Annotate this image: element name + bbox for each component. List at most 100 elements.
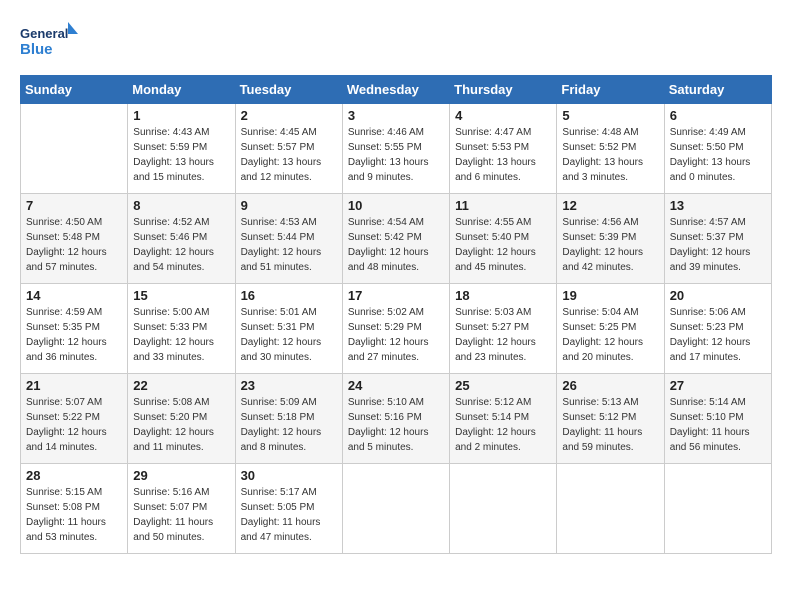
day-number: 4	[455, 108, 551, 123]
calendar-cell: 29 Sunrise: 5:16 AMSunset: 5:07 PMDayligh…	[128, 464, 235, 554]
day-info: Sunrise: 5:06 AMSunset: 5:23 PMDaylight:…	[670, 305, 766, 365]
day-info: Sunrise: 5:07 AMSunset: 5:22 PMDaylight:…	[26, 395, 122, 455]
calendar-cell: 13 Sunrise: 4:57 AMSunset: 5:37 PMDayligh…	[664, 194, 771, 284]
day-info: Sunrise: 4:48 AMSunset: 5:52 PMDaylight:…	[562, 125, 658, 185]
weekday-header-friday: Friday	[557, 76, 664, 104]
day-info: Sunrise: 4:53 AMSunset: 5:44 PMDaylight:…	[241, 215, 337, 275]
calendar-cell: 6 Sunrise: 4:49 AMSunset: 5:50 PMDaylight…	[664, 104, 771, 194]
day-number: 7	[26, 198, 122, 213]
day-number: 10	[348, 198, 444, 213]
calendar-cell: 9 Sunrise: 4:53 AMSunset: 5:44 PMDaylight…	[235, 194, 342, 284]
day-number: 3	[348, 108, 444, 123]
day-number: 6	[670, 108, 766, 123]
calendar-cell: 19Sunrise: 5:04 AMSunset: 5:25 PMDayligh…	[557, 284, 664, 374]
day-info: Sunrise: 5:10 AMSunset: 5:16 PMDaylight:…	[348, 395, 444, 455]
weekday-header-thursday: Thursday	[450, 76, 557, 104]
day-info: Sunrise: 4:45 AMSunset: 5:57 PMDaylight:…	[241, 125, 337, 185]
calendar-cell: 15 Sunrise: 5:00 AMSunset: 5:33 PMDayligh…	[128, 284, 235, 374]
day-info: Sunrise: 4:47 AMSunset: 5:53 PMDaylight:…	[455, 125, 551, 185]
svg-text:General: General	[20, 26, 68, 41]
day-number: 17	[348, 288, 444, 303]
day-number: 2	[241, 108, 337, 123]
day-number: 13	[670, 198, 766, 213]
day-info: Sunrise: 4:59 AMSunset: 5:35 PMDaylight:…	[26, 305, 122, 365]
calendar-cell: 11 Sunrise: 4:55 AMSunset: 5:40 PMDayligh…	[450, 194, 557, 284]
calendar-cell: 5Sunrise: 4:48 AMSunset: 5:52 PMDaylight…	[557, 104, 664, 194]
calendar-cell: 21 Sunrise: 5:07 AMSunset: 5:22 PMDayligh…	[21, 374, 128, 464]
day-info: Sunrise: 5:15 AMSunset: 5:08 PMDaylight:…	[26, 485, 122, 545]
weekday-header-saturday: Saturday	[664, 76, 771, 104]
calendar-cell: 23Sunrise: 5:09 AMSunset: 5:18 PMDayligh…	[235, 374, 342, 464]
calendar-cell: 27 Sunrise: 5:14 AMSunset: 5:10 PMDayligh…	[664, 374, 771, 464]
day-number: 27	[670, 378, 766, 393]
day-info: Sunrise: 5:03 AMSunset: 5:27 PMDaylight:…	[455, 305, 551, 365]
calendar-cell: 4 Sunrise: 4:47 AMSunset: 5:53 PMDaylight…	[450, 104, 557, 194]
day-info: Sunrise: 4:49 AMSunset: 5:50 PMDaylight:…	[670, 125, 766, 185]
logo: General Blue	[20, 20, 80, 65]
day-number: 9	[241, 198, 337, 213]
day-number: 30	[241, 468, 337, 483]
day-number: 8	[133, 198, 229, 213]
calendar-week-5: 28 Sunrise: 5:15 AMSunset: 5:08 PMDayligh…	[21, 464, 772, 554]
day-number: 26	[562, 378, 658, 393]
calendar-cell: 3 Sunrise: 4:46 AMSunset: 5:55 PMDaylight…	[342, 104, 449, 194]
day-number: 21	[26, 378, 122, 393]
day-number: 19	[562, 288, 658, 303]
calendar-cell: 16Sunrise: 5:01 AMSunset: 5:31 PMDayligh…	[235, 284, 342, 374]
calendar-cell: 22 Sunrise: 5:08 AMSunset: 5:20 PMDayligh…	[128, 374, 235, 464]
calendar-cell	[21, 104, 128, 194]
day-info: Sunrise: 5:08 AMSunset: 5:20 PMDaylight:…	[133, 395, 229, 455]
day-info: Sunrise: 4:43 AMSunset: 5:59 PMDaylight:…	[133, 125, 229, 185]
day-number: 12	[562, 198, 658, 213]
calendar-cell	[664, 464, 771, 554]
day-number: 20	[670, 288, 766, 303]
day-number: 1	[133, 108, 229, 123]
calendar-cell: 2 Sunrise: 4:45 AMSunset: 5:57 PMDaylight…	[235, 104, 342, 194]
day-number: 11	[455, 198, 551, 213]
weekday-header-tuesday: Tuesday	[235, 76, 342, 104]
day-info: Sunrise: 5:02 AMSunset: 5:29 PMDaylight:…	[348, 305, 444, 365]
page-header: General Blue	[20, 20, 772, 65]
day-info: Sunrise: 4:46 AMSunset: 5:55 PMDaylight:…	[348, 125, 444, 185]
day-info: Sunrise: 5:00 AMSunset: 5:33 PMDaylight:…	[133, 305, 229, 365]
calendar-cell: 10 Sunrise: 4:54 AMSunset: 5:42 PMDayligh…	[342, 194, 449, 284]
day-info: Sunrise: 5:12 AMSunset: 5:14 PMDaylight:…	[455, 395, 551, 455]
day-number: 25	[455, 378, 551, 393]
day-info: Sunrise: 4:54 AMSunset: 5:42 PMDaylight:…	[348, 215, 444, 275]
calendar-week-3: 14Sunrise: 4:59 AMSunset: 5:35 PMDayligh…	[21, 284, 772, 374]
calendar-cell: 24 Sunrise: 5:10 AMSunset: 5:16 PMDayligh…	[342, 374, 449, 464]
day-info: Sunrise: 5:16 AMSunset: 5:07 PMDaylight:…	[133, 485, 229, 545]
day-info: Sunrise: 5:14 AMSunset: 5:10 PMDaylight:…	[670, 395, 766, 455]
calendar-cell	[342, 464, 449, 554]
calendar-cell: 17 Sunrise: 5:02 AMSunset: 5:29 PMDayligh…	[342, 284, 449, 374]
weekday-header-sunday: Sunday	[21, 76, 128, 104]
day-info: Sunrise: 5:13 AMSunset: 5:12 PMDaylight:…	[562, 395, 658, 455]
day-number: 15	[133, 288, 229, 303]
calendar-cell: 30 Sunrise: 5:17 AMSunset: 5:05 PMDayligh…	[235, 464, 342, 554]
day-info: Sunrise: 5:01 AMSunset: 5:31 PMDaylight:…	[241, 305, 337, 365]
calendar-week-2: 7Sunrise: 4:50 AMSunset: 5:48 PMDaylight…	[21, 194, 772, 284]
day-number: 24	[348, 378, 444, 393]
calendar-cell	[557, 464, 664, 554]
calendar-week-4: 21 Sunrise: 5:07 AMSunset: 5:22 PMDayligh…	[21, 374, 772, 464]
weekday-row: SundayMondayTuesdayWednesdayThursdayFrid…	[21, 76, 772, 104]
day-info: Sunrise: 4:52 AMSunset: 5:46 PMDaylight:…	[133, 215, 229, 275]
calendar-cell: 25 Sunrise: 5:12 AMSunset: 5:14 PMDayligh…	[450, 374, 557, 464]
day-info: Sunrise: 4:57 AMSunset: 5:37 PMDaylight:…	[670, 215, 766, 275]
calendar-table: SundayMondayTuesdayWednesdayThursdayFrid…	[20, 75, 772, 554]
calendar-cell: 14Sunrise: 4:59 AMSunset: 5:35 PMDayligh…	[21, 284, 128, 374]
day-number: 28	[26, 468, 122, 483]
calendar-cell: 28 Sunrise: 5:15 AMSunset: 5:08 PMDayligh…	[21, 464, 128, 554]
day-number: 22	[133, 378, 229, 393]
svg-text:Blue: Blue	[20, 41, 53, 58]
calendar-week-1: 1 Sunrise: 4:43 AMSunset: 5:59 PMDaylight…	[21, 104, 772, 194]
day-info: Sunrise: 4:55 AMSunset: 5:40 PMDaylight:…	[455, 215, 551, 275]
day-info: Sunrise: 4:56 AMSunset: 5:39 PMDaylight:…	[562, 215, 658, 275]
weekday-header-monday: Monday	[128, 76, 235, 104]
calendar-body: 1 Sunrise: 4:43 AMSunset: 5:59 PMDaylight…	[21, 104, 772, 554]
day-number: 29	[133, 468, 229, 483]
logo-svg: General Blue	[20, 20, 80, 65]
day-info: Sunrise: 5:17 AMSunset: 5:05 PMDaylight:…	[241, 485, 337, 545]
calendar-cell	[450, 464, 557, 554]
day-number: 18	[455, 288, 551, 303]
